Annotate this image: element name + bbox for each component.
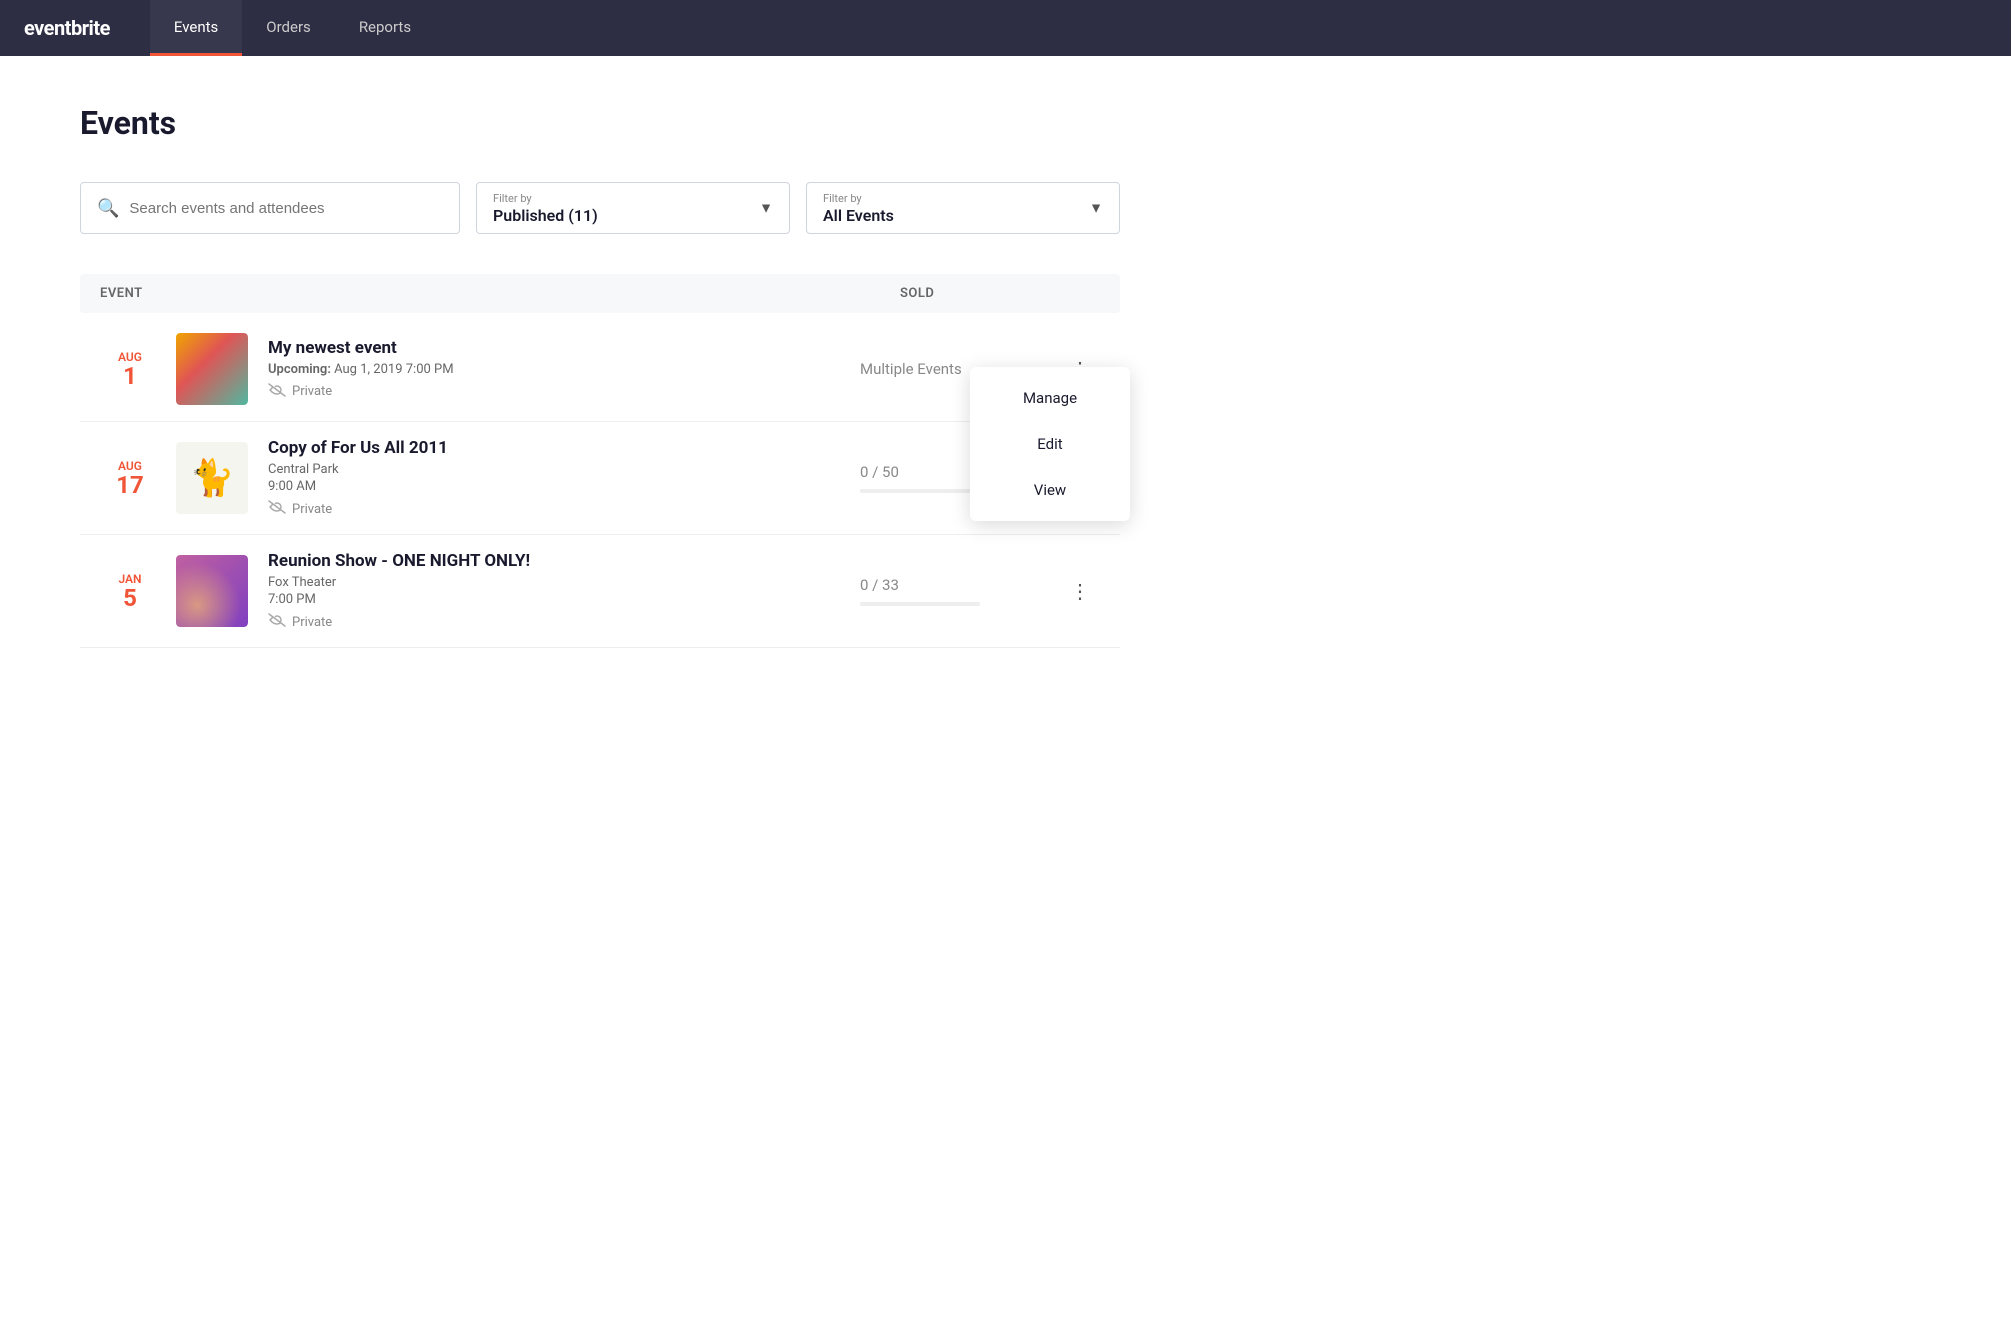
event-thumb-img	[176, 555, 248, 627]
event-actions[interactable]: ⋮	[1060, 579, 1100, 603]
event-private-label: Private	[292, 615, 332, 630]
event-day: 5	[100, 586, 160, 610]
event-day: 1	[100, 364, 160, 388]
nav-link-orders[interactable]: Orders	[242, 0, 335, 56]
main-content: Events 🔍 Filter by Published (11) ▼ Filt…	[0, 56, 1200, 696]
chevron-down-icon-2: ▼	[1089, 200, 1103, 217]
event-date: Jan 5	[100, 572, 160, 610]
search-input[interactable]	[129, 200, 443, 217]
event-thumbnail: 🐈	[176, 442, 248, 514]
event-meta: Central Park	[268, 462, 860, 477]
event-meta: Upcoming: Aug 1, 2019 7:00 PM	[268, 362, 860, 377]
menu-item-edit[interactable]: Edit	[970, 421, 1130, 467]
event-info: Reunion Show - ONE NIGHT ONLY! Fox Theat…	[268, 551, 860, 631]
nav-link-events[interactable]: Events	[150, 0, 242, 56]
private-icon	[268, 383, 286, 401]
search-box[interactable]: 🔍	[80, 182, 460, 234]
event-date: Aug 17	[100, 459, 160, 497]
event-private-label: Private	[292, 502, 332, 517]
event-date: Aug 1	[100, 350, 160, 388]
event-private-label: Private	[292, 384, 332, 399]
event-thumbnail	[176, 333, 248, 405]
event-sold: 0 / 33	[860, 576, 1060, 606]
col-header-sold: Sold	[900, 286, 1100, 301]
event-name[interactable]: My newest event	[268, 338, 860, 358]
event-datetime: 9:00 AM	[268, 479, 316, 494]
event-info: Copy of For Us All 2011 Central Park 9:0…	[268, 438, 860, 518]
event-thumbnail	[176, 555, 248, 627]
sold-progress-track	[860, 489, 980, 493]
event-venue: Fox Theater	[268, 575, 336, 590]
event-status: Upcoming:	[268, 362, 331, 377]
event-time: 7:00 PM	[268, 592, 860, 607]
private-icon	[268, 500, 286, 518]
table-row: Aug 17 🐈 Copy of For Us All 2011 Central…	[80, 422, 1120, 535]
event-day: 17	[100, 473, 160, 497]
navbar: eventbrite Events Orders Reports	[0, 0, 2011, 56]
filter-status-dropdown[interactable]: Filter by Published (11) ▼	[476, 182, 790, 234]
event-thumb-img: 🐈	[176, 442, 248, 514]
sold-progress-track	[860, 602, 980, 606]
event-name[interactable]: Reunion Show - ONE NIGHT ONLY!	[268, 551, 860, 571]
table-row: Aug 1 My newest event Upcoming: Aug 1, 2…	[80, 317, 1120, 422]
menu-item-manage[interactable]: Manage	[970, 375, 1130, 421]
chevron-down-icon: ▼	[759, 200, 773, 217]
event-datetime: Aug 1, 2019 7:00 PM	[334, 362, 453, 377]
filters-bar: 🔍 Filter by Published (11) ▼ Filter by A…	[80, 182, 1120, 234]
sold-value: 0 / 33	[860, 576, 1060, 594]
filter1-label: Filter by	[493, 192, 773, 205]
table-row: Jan 5 Reunion Show - ONE NIGHT ONLY! Fox…	[80, 535, 1120, 648]
filter2-label: Filter by	[823, 192, 1103, 205]
event-datetime: 7:00 PM	[268, 592, 316, 607]
event-private: Private	[268, 613, 860, 631]
event-time: 9:00 AM	[268, 479, 860, 494]
filter2-value: All Events	[823, 206, 1103, 225]
more-options-button[interactable]: ⋮	[1062, 575, 1098, 607]
col-header-event: Event	[100, 286, 900, 301]
event-info: My newest event Upcoming: Aug 1, 2019 7:…	[268, 338, 860, 401]
event-private: Private	[268, 500, 860, 518]
nav-link-reports[interactable]: Reports	[335, 0, 435, 56]
private-icon	[268, 613, 286, 631]
search-icon: 🔍	[97, 198, 119, 219]
table-header: Event Sold	[80, 274, 1120, 313]
sold-bar: 0 / 33	[860, 576, 1060, 606]
logo[interactable]: eventbrite	[24, 16, 110, 40]
page-title: Events	[80, 104, 1120, 142]
dropdown-menu: Manage Edit View	[970, 367, 1130, 521]
event-private: Private	[268, 383, 860, 401]
nav-links: Events Orders Reports	[150, 0, 435, 56]
event-venue: Central Park	[268, 462, 339, 477]
filter1-value: Published (11)	[493, 206, 773, 225]
event-meta: Fox Theater	[268, 575, 860, 590]
filter-type-dropdown[interactable]: Filter by All Events ▼	[806, 182, 1120, 234]
menu-item-view[interactable]: View	[970, 467, 1130, 513]
sold-value: Multiple Events	[860, 360, 962, 378]
event-name[interactable]: Copy of For Us All 2011	[268, 438, 860, 458]
event-actions[interactable]: ⋮ Manage Edit View	[1060, 357, 1100, 381]
